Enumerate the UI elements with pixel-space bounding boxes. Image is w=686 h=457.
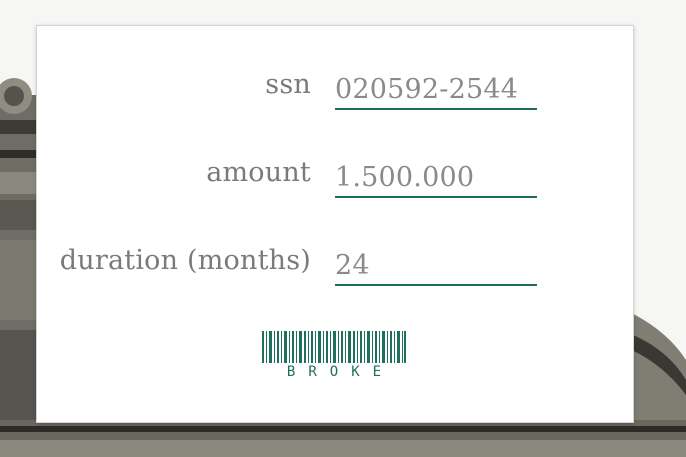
ssn-row: ssn bbox=[37, 66, 635, 110]
amount-row: amount bbox=[37, 154, 635, 198]
ssn-input[interactable] bbox=[335, 70, 537, 110]
duration-row: duration (months) bbox=[37, 242, 635, 286]
amount-input[interactable] bbox=[335, 158, 537, 198]
duration-input[interactable] bbox=[335, 246, 537, 286]
loan-form-card: ssn amount duration (months) bbox=[36, 25, 634, 423]
duration-label: duration (months) bbox=[59, 245, 311, 276]
amount-label: amount bbox=[206, 157, 311, 188]
barcode-icon bbox=[262, 331, 406, 363]
barcode-label: BROKE bbox=[286, 364, 395, 380]
ssn-label: ssn bbox=[265, 69, 311, 100]
submit-barcode-button[interactable]: BROKE bbox=[261, 331, 407, 383]
